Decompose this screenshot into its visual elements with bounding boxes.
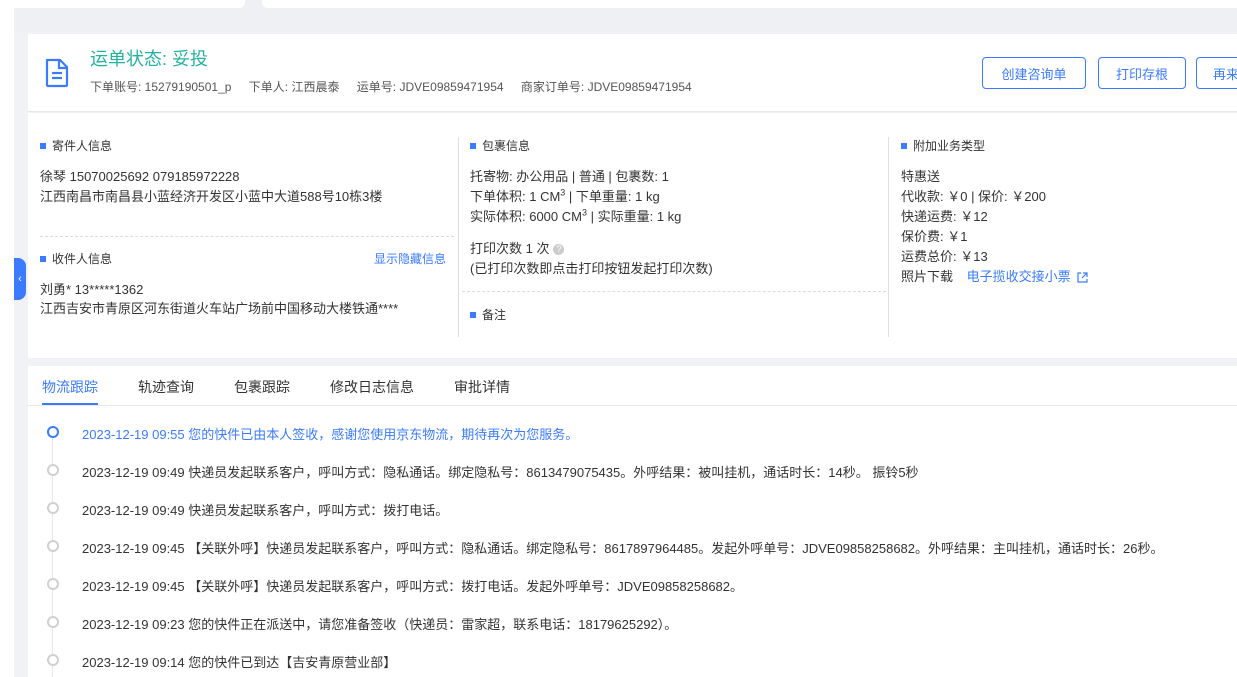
left-sidebar-edge xyxy=(0,0,14,677)
receiver-section-title: 收件人信息 xyxy=(40,250,112,267)
sender-section-title: 寄件人信息 xyxy=(40,137,112,154)
sender-name-phones: 徐琴 15070025692 079185972228 xyxy=(40,169,240,184)
sender-address: 江西南昌市南昌县小蓝经济开发区小蓝中大道588号10栋3楼 xyxy=(40,189,383,204)
package-order-volume-weight: 下单体积: 1 CM3 | 下单重量: 1 kg xyxy=(470,187,660,204)
timeline-dot xyxy=(47,654,59,666)
waybill-header: 运单状态: 妥投 下单账号: 15279190501_p 下单人: 江西晨泰 运… xyxy=(28,34,1237,112)
reorder-button[interactable]: 再来 xyxy=(1196,57,1237,89)
photo-download: 照片下载 电子揽收交接小票 xyxy=(901,266,1088,285)
receipt-link[interactable]: 电子揽收交接小票 xyxy=(967,269,1071,284)
timeline-dot-active xyxy=(47,426,59,438)
print-count-note: (已打印次数即点击打印按钮发起打印次数) xyxy=(470,261,713,276)
create-inquiry-button[interactable]: 创建咨询单 xyxy=(982,57,1086,89)
active-tab-indicator xyxy=(42,403,98,405)
timeline-dot xyxy=(47,502,59,514)
timeline-text: 2023-12-19 09:49 快递员发起联系客户，呼叫方式：隐私通话。绑定隐… xyxy=(82,465,919,480)
freight-fee: 快递运费: ￥12 xyxy=(901,209,988,224)
timeline-text: 2023-12-19 09:55 您的快件已由本人签收，感谢您使用京东物流，期待… xyxy=(82,427,579,442)
timeline-item: 2023-12-19 09:45 【关联外呼】快递员发起联系客户，呼叫方式：隐私… xyxy=(28,536,1237,556)
timeline-item: 2023-12-19 09:14 您的快件已到达【吉安青原营业部】 xyxy=(28,650,1237,670)
order-account: 下单账号: 15279190501_p xyxy=(90,80,232,94)
document-icon xyxy=(45,58,69,88)
divider xyxy=(40,236,454,237)
waybill-info: 寄件人信息 徐琴 15070025692 079185972228 江西南昌市南… xyxy=(28,113,1237,358)
timeline-dot xyxy=(47,616,59,628)
external-link-icon[interactable] xyxy=(1077,272,1088,283)
timeline-text: 2023-12-19 09:49 快递员发起联系客户，呼叫方式：拨打电话。 xyxy=(82,503,449,518)
timeline-item: 2023-12-19 09:45 【关联外呼】快递员发起联系客户，呼叫方式：拨打… xyxy=(28,574,1237,594)
chevron-left-icon: ‹ xyxy=(18,273,22,285)
tracking-tabs: 物流跟踪 轨迹查询 包裹跟踪 修改日志信息 审批详情 xyxy=(28,366,1237,406)
timeline-dot xyxy=(47,540,59,552)
tracking-panel: 物流跟踪 轨迹查询 包裹跟踪 修改日志信息 审批详情 2023-12-19 09… xyxy=(28,366,1237,677)
cod-insurance: 代收款: ￥0 | 保价: ￥200 xyxy=(901,189,1046,204)
tab-approval-details[interactable]: 审批详情 xyxy=(454,377,510,397)
top-tab-area xyxy=(0,0,245,8)
timeline-item: 2023-12-19 09:55 您的快件已由本人签收，感谢您使用京东物流，期待… xyxy=(28,422,1237,442)
timeline-text: 2023-12-19 09:14 您的快件已到达【吉安青原营业部】 xyxy=(82,655,397,670)
package-section-title: 包裹信息 xyxy=(470,137,530,154)
divider xyxy=(458,137,459,337)
receiver-address: 江西吉安市青原区河东街道火车站广场前中国移动大楼铁通**** xyxy=(40,301,399,316)
timeline-dot xyxy=(47,464,59,476)
help-icon[interactable]: ? xyxy=(553,244,565,256)
package-goods: 托寄物: 办公用品 | 普通 | 包裹数: 1 xyxy=(470,169,669,184)
merchant-order-number: 商家订单号: JDVE09859471954 xyxy=(520,80,692,94)
package-actual-volume-weight: 实际体积: 6000 CM3 | 实际重量: 1 kg xyxy=(470,207,682,224)
timeline-text: 2023-12-19 09:45 【关联外呼】快递员发起联系客户，呼叫方式：拨打… xyxy=(82,579,744,594)
top-tab-area-right xyxy=(262,0,1237,8)
timeline-item: 2023-12-19 09:49 快递员发起联系客户，呼叫方式：拨打电话。 xyxy=(28,498,1237,518)
top-strip xyxy=(0,0,1237,32)
waybill-status: 运单状态: 妥投 xyxy=(90,49,209,69)
service-type: 特惠送 xyxy=(901,169,941,184)
order-meta: 下单账号: 15279190501_p 下单人: 江西晨泰 运单号: JDVE0… xyxy=(90,78,706,95)
total-fee: 运费总价: ￥13 xyxy=(901,249,988,264)
tab-logistics-tracking[interactable]: 物流跟踪 xyxy=(42,377,98,397)
timeline-text: 2023-12-19 09:45 【关联外呼】快递员发起联系客户，呼叫方式：隐私… xyxy=(82,541,1164,556)
tab-change-log[interactable]: 修改日志信息 xyxy=(330,377,414,397)
receiver-name-phone: 刘勇* 13*****1362 xyxy=(40,282,144,297)
insurance-fee: 保价费: ￥1 xyxy=(901,229,968,244)
divider xyxy=(888,137,889,337)
tab-package-tracking[interactable]: 包裹跟踪 xyxy=(234,377,290,397)
divider xyxy=(462,291,886,292)
tab-route-query[interactable]: 轨迹查询 xyxy=(138,377,194,397)
print-stub-button[interactable]: 打印存根 xyxy=(1098,57,1186,89)
timeline-item: 2023-12-19 09:23 您的快件正在派送中，请您准备签收（快递员：雷家… xyxy=(28,612,1237,632)
photo-download-label: 照片下载 xyxy=(901,269,954,284)
waybill-number: 运单号: JDVE09859471954 xyxy=(356,80,504,94)
extra-service-section-title: 附加业务类型 xyxy=(901,137,985,154)
timeline-item: 2023-12-19 09:49 快递员发起联系客户，呼叫方式：隐私通话。绑定隐… xyxy=(28,460,1237,480)
timeline-dot xyxy=(47,578,59,590)
timeline-text: 2023-12-19 09:23 您的快件正在派送中，请您准备签收（快递员：雷家… xyxy=(82,617,678,632)
collapse-sidebar-button[interactable]: ‹ xyxy=(14,258,26,300)
show-hidden-info-link[interactable]: 显示隐藏信息 xyxy=(374,250,446,267)
remark-section-title: 备注 xyxy=(470,306,506,323)
print-count: 打印次数 1 次? xyxy=(470,238,565,257)
order-person: 下单人: 江西晨泰 xyxy=(248,80,340,94)
